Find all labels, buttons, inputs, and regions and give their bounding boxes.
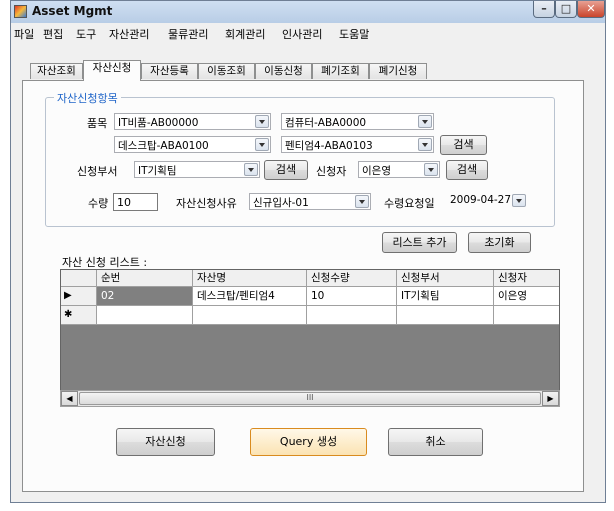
reason-value: 신규입사-01 bbox=[253, 197, 309, 209]
window-title: Asset Mgmt bbox=[32, 4, 113, 18]
item-type-value: 컴퓨터-ABA0000 bbox=[285, 117, 367, 129]
receive-date-picker[interactable]: 2009-04-27 bbox=[450, 193, 527, 210]
quantity-value: 10 bbox=[117, 196, 131, 209]
query-generate-button[interactable]: Query 생성 bbox=[250, 428, 367, 456]
horizontal-scrollbar[interactable]: ◀ III ▶ bbox=[60, 390, 560, 407]
scroll-left-icon[interactable]: ◀ bbox=[61, 391, 78, 406]
column-header-asset-name[interactable]: 자산명 bbox=[193, 270, 307, 287]
dept-search-button[interactable]: 검색 bbox=[264, 160, 308, 180]
asset-request-button[interactable]: 자산신청 bbox=[116, 428, 215, 456]
column-header-seq[interactable]: 순번 bbox=[97, 270, 193, 287]
item-type-combo[interactable]: 컴퓨터-ABA0000 bbox=[281, 113, 434, 130]
requester-label: 신청자 bbox=[316, 165, 347, 178]
chevron-down-icon[interactable] bbox=[418, 138, 432, 151]
scroll-thumb[interactable]: III bbox=[79, 392, 541, 405]
receive-date-label: 수령요청일 bbox=[384, 197, 435, 210]
reason-combo[interactable]: 신규입사-01 bbox=[249, 193, 371, 210]
item-model-value: 펜티엄4-ABA0103 bbox=[285, 140, 373, 152]
table-cell-qty[interactable]: 10 bbox=[307, 287, 397, 306]
tab-disposal-inquiry[interactable]: 폐기조회 bbox=[312, 63, 369, 79]
menu-bar: 파일 편집 도구 자산관리 물류관리 회계관리 인사관리 도움말 bbox=[11, 23, 605, 43]
scroll-right-icon[interactable]: ▶ bbox=[542, 391, 559, 406]
tab-asset-inquiry[interactable]: 자산조회 bbox=[30, 63, 83, 79]
new-row-cell[interactable] bbox=[397, 306, 494, 325]
close-button[interactable]: ✕ bbox=[577, 1, 605, 18]
menu-hr[interactable]: 인사관리 bbox=[282, 26, 322, 42]
reason-label: 자산신청사유 bbox=[176, 197, 237, 210]
item-subtype-combo[interactable]: 데스크탑-ABA0100 bbox=[114, 136, 271, 153]
column-header-qty[interactable]: 신청수량 bbox=[307, 270, 397, 287]
reset-button[interactable]: 초기화 bbox=[468, 232, 531, 253]
dept-value: IT기획팀 bbox=[138, 165, 177, 177]
row-indicator[interactable]: ▶ bbox=[61, 287, 97, 306]
table-cell-asset-name[interactable]: 데스크탑/펜티엄4 bbox=[193, 287, 307, 306]
new-row-cell[interactable] bbox=[307, 306, 397, 325]
item-category-combo[interactable]: IT비품-AB00000 bbox=[114, 113, 271, 130]
app-icon bbox=[14, 5, 27, 18]
maximize-button[interactable]: □ bbox=[555, 1, 577, 18]
group-title: 자산신청항목 bbox=[54, 90, 121, 106]
chevron-down-icon[interactable] bbox=[244, 163, 258, 176]
requester-value: 이은영 bbox=[362, 165, 391, 177]
dept-combo[interactable]: IT기획팀 bbox=[134, 161, 260, 178]
menu-accounting[interactable]: 회계관리 bbox=[225, 26, 265, 42]
menu-help[interactable]: 도움말 bbox=[339, 26, 369, 42]
cancel-button[interactable]: 취소 bbox=[388, 428, 483, 456]
new-row-cell[interactable] bbox=[193, 306, 307, 325]
new-row-indicator[interactable]: ✱ bbox=[61, 306, 97, 325]
quantity-label: 수량 bbox=[88, 197, 109, 210]
item-label: 품목 bbox=[87, 117, 108, 130]
column-header-dept[interactable]: 신청부서 bbox=[397, 270, 494, 287]
menu-tools[interactable]: 도구 bbox=[76, 26, 96, 42]
chevron-down-icon[interactable] bbox=[355, 195, 369, 208]
grid-corner-header bbox=[61, 270, 97, 287]
tab-transfer-inquiry[interactable]: 이동조회 bbox=[198, 63, 255, 79]
tab-disposal-request[interactable]: 폐기신청 bbox=[369, 63, 427, 79]
table-cell-requester[interactable]: 이은영 bbox=[494, 287, 559, 306]
tab-strip: 자산조회 자산신청 자산등록 이동조회 이동신청 폐기조회 폐기신청 bbox=[0, 60, 614, 81]
dept-label: 신청부서 bbox=[77, 165, 118, 178]
receive-date-value: 2009-04-27 bbox=[450, 194, 512, 206]
request-list-title: 자산 신청 리스트 : bbox=[62, 256, 148, 269]
minimize-button[interactable]: – bbox=[533, 1, 555, 18]
tab-transfer-request[interactable]: 이동신청 bbox=[255, 63, 312, 79]
request-list-grid[interactable]: 순번 자산명 신청수량 신청부서 신청자 ▶ 02 데스크탑/펜티엄4 10 I… bbox=[60, 269, 560, 407]
table-cell-dept[interactable]: IT기획팀 bbox=[397, 287, 494, 306]
tab-asset-request[interactable]: 자산신청 bbox=[83, 60, 141, 81]
requester-combo[interactable]: 이은영 bbox=[358, 161, 440, 178]
chevron-down-icon[interactable] bbox=[255, 115, 269, 128]
chevron-down-icon[interactable] bbox=[418, 115, 432, 128]
new-row-cell[interactable] bbox=[97, 306, 193, 325]
menu-file[interactable]: 파일 bbox=[14, 26, 34, 42]
item-search-button[interactable]: 검색 bbox=[440, 135, 487, 155]
chevron-down-icon[interactable] bbox=[255, 138, 269, 151]
item-model-combo[interactable]: 펜티엄4-ABA0103 bbox=[281, 136, 434, 153]
menu-logistics[interactable]: 물류관리 bbox=[168, 26, 208, 42]
chevron-down-icon[interactable] bbox=[512, 194, 526, 207]
title-bar[interactable]: Asset Mgmt – □ ✕ bbox=[11, 1, 605, 24]
menu-asset-management[interactable]: 자산관리 bbox=[109, 26, 149, 42]
chevron-down-icon[interactable] bbox=[424, 163, 438, 176]
new-row-cell[interactable] bbox=[494, 306, 559, 325]
requester-search-button[interactable]: 검색 bbox=[446, 160, 488, 180]
table-cell-seq[interactable]: 02 bbox=[97, 287, 193, 306]
item-subtype-value: 데스크탑-ABA0100 bbox=[118, 140, 209, 152]
tab-asset-registration[interactable]: 자산등록 bbox=[141, 63, 198, 79]
column-header-requester[interactable]: 신청자 bbox=[494, 270, 559, 287]
quantity-input[interactable]: 10 bbox=[113, 193, 158, 211]
item-category-value: IT비품-AB00000 bbox=[118, 117, 199, 129]
menu-edit[interactable]: 편집 bbox=[43, 26, 63, 42]
add-to-list-button[interactable]: 리스트 추가 bbox=[382, 232, 457, 253]
